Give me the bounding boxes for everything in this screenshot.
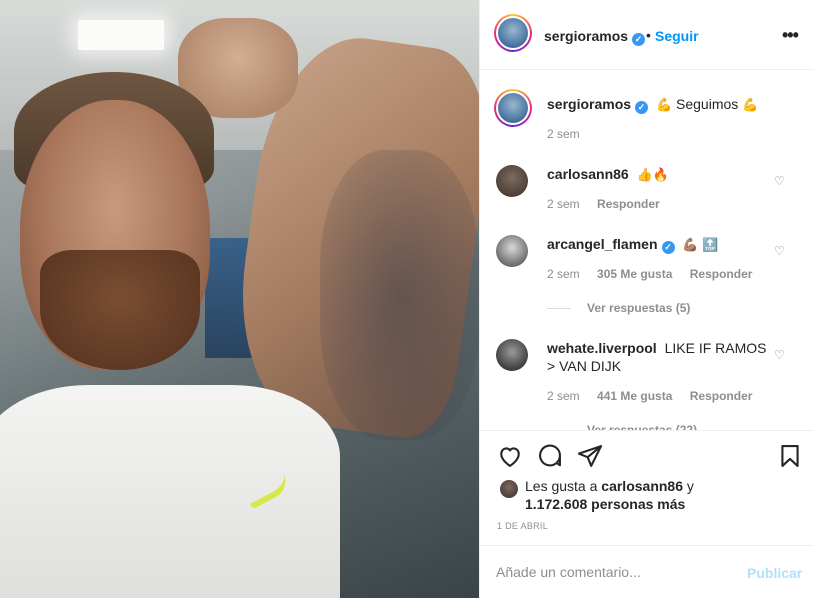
post-actions xyxy=(480,432,814,482)
view-replies-button[interactable]: Ver respuestas (5) xyxy=(547,301,690,315)
comment-meta: 2 sem 305 Me gusta Responder xyxy=(547,267,766,281)
comment-text: arcangel_flamen ✓ 💪🏽 🔝 xyxy=(547,235,772,254)
post-photo[interactable] xyxy=(0,0,479,598)
publish-button[interactable]: Publicar xyxy=(747,565,802,581)
comment-like-heart-icon[interactable]: ♡ xyxy=(774,349,786,361)
beard xyxy=(40,250,200,370)
reply-button[interactable]: Responder xyxy=(597,197,660,211)
follow-button[interactable]: Seguir xyxy=(655,28,699,44)
tank-top xyxy=(0,385,340,598)
verified-badge-icon: ✓ xyxy=(635,101,649,114)
view-replies-button[interactable]: Ver respuestas (22) xyxy=(547,423,697,431)
comment-meta: 2 sem Responder xyxy=(547,197,674,211)
comment-likes-count[interactable]: 441 Me gusta xyxy=(597,389,672,403)
comment-text: carlosann86 👍🔥 xyxy=(547,165,772,184)
liker-username[interactable]: carlosann86 xyxy=(601,478,683,494)
caption-meta: 2 sem xyxy=(547,127,594,141)
post-side-panel: sergioramos ✓ • Seguir ••• sergioramos ✓ 💪… xyxy=(479,0,814,598)
comment-avatar[interactable] xyxy=(496,235,528,267)
comment-bubble-icon[interactable] xyxy=(536,442,564,470)
likes-summary: Les gusta a carlosann86 y 1.172.608 pers… xyxy=(480,476,814,516)
save-bookmark-icon[interactable] xyxy=(776,442,804,470)
caption-text: sergioramos ✓ 💪 Seguimos 💪 xyxy=(547,95,772,114)
header-username[interactable]: sergioramos ✓ xyxy=(544,28,646,46)
flexed-biceps-emoji: 💪 xyxy=(655,97,673,112)
comment-username[interactable]: wehate.liverpool xyxy=(547,340,657,356)
add-comment-bar: Publicar xyxy=(480,545,814,598)
reply-button[interactable]: Responder xyxy=(690,267,753,281)
likes-count[interactable]: 1.172.608 personas más xyxy=(525,496,685,512)
comment-time[interactable]: 2 sem xyxy=(547,197,580,211)
comment-time[interactable]: 2 sem xyxy=(547,389,580,403)
caption-time[interactable]: 2 sem xyxy=(547,127,580,141)
comment-avatar[interactable] xyxy=(496,165,528,197)
avatar[interactable] xyxy=(494,14,532,52)
comment-likes-count[interactable]: 305 Me gusta xyxy=(597,267,672,281)
liker-avatar[interactable] xyxy=(500,480,518,498)
comment-like-heart-icon[interactable]: ♡ xyxy=(774,175,786,187)
verified-badge-icon: ✓ xyxy=(632,33,646,46)
separator-dot: • xyxy=(646,27,651,43)
reply-button[interactable]: Responder xyxy=(690,389,753,403)
replies-divider xyxy=(547,308,571,310)
comment-avatar[interactable] xyxy=(496,339,528,371)
caption-avatar[interactable] xyxy=(494,89,532,127)
comment-like-heart-icon[interactable]: ♡ xyxy=(774,245,786,257)
post-header: sergioramos ✓ • Seguir ••• xyxy=(480,0,814,70)
caption-body: Seguimos xyxy=(676,96,739,112)
comments-list[interactable]: sergioramos ✓ 💪 Seguimos 💪 2 sem carlosan… xyxy=(480,71,814,431)
comment-input[interactable] xyxy=(496,564,726,580)
comment-meta: 2 sem 441 Me gusta Responder xyxy=(547,389,766,403)
verified-badge-icon: ✓ xyxy=(661,241,675,254)
flexed-biceps-emoji: 💪 xyxy=(742,97,759,112)
comment-body: 👍🔥 xyxy=(636,167,669,182)
ceiling-lamp xyxy=(78,20,164,50)
likes-line: Les gusta a carlosann86 y xyxy=(525,478,694,494)
comment-text: wehate.liverpool LIKE IF RAMOS > VAN DIJ… xyxy=(547,339,772,375)
arm-tattoo xyxy=(320,150,479,440)
comment-username[interactable]: arcangel_flamen ✓ xyxy=(547,236,675,254)
caption-username[interactable]: sergioramos ✓ xyxy=(547,96,649,114)
comment-body: 💪🏽 🔝 xyxy=(682,237,719,252)
more-options-icon[interactable]: ••• xyxy=(782,25,799,46)
post-date[interactable]: 1 DE ABRIL xyxy=(497,521,548,531)
like-heart-icon[interactable] xyxy=(496,442,524,470)
replies-divider xyxy=(547,430,571,431)
share-paper-plane-icon[interactable] xyxy=(576,442,604,470)
comment-time[interactable]: 2 sem xyxy=(547,267,580,281)
comment-username[interactable]: carlosann86 xyxy=(547,166,629,182)
